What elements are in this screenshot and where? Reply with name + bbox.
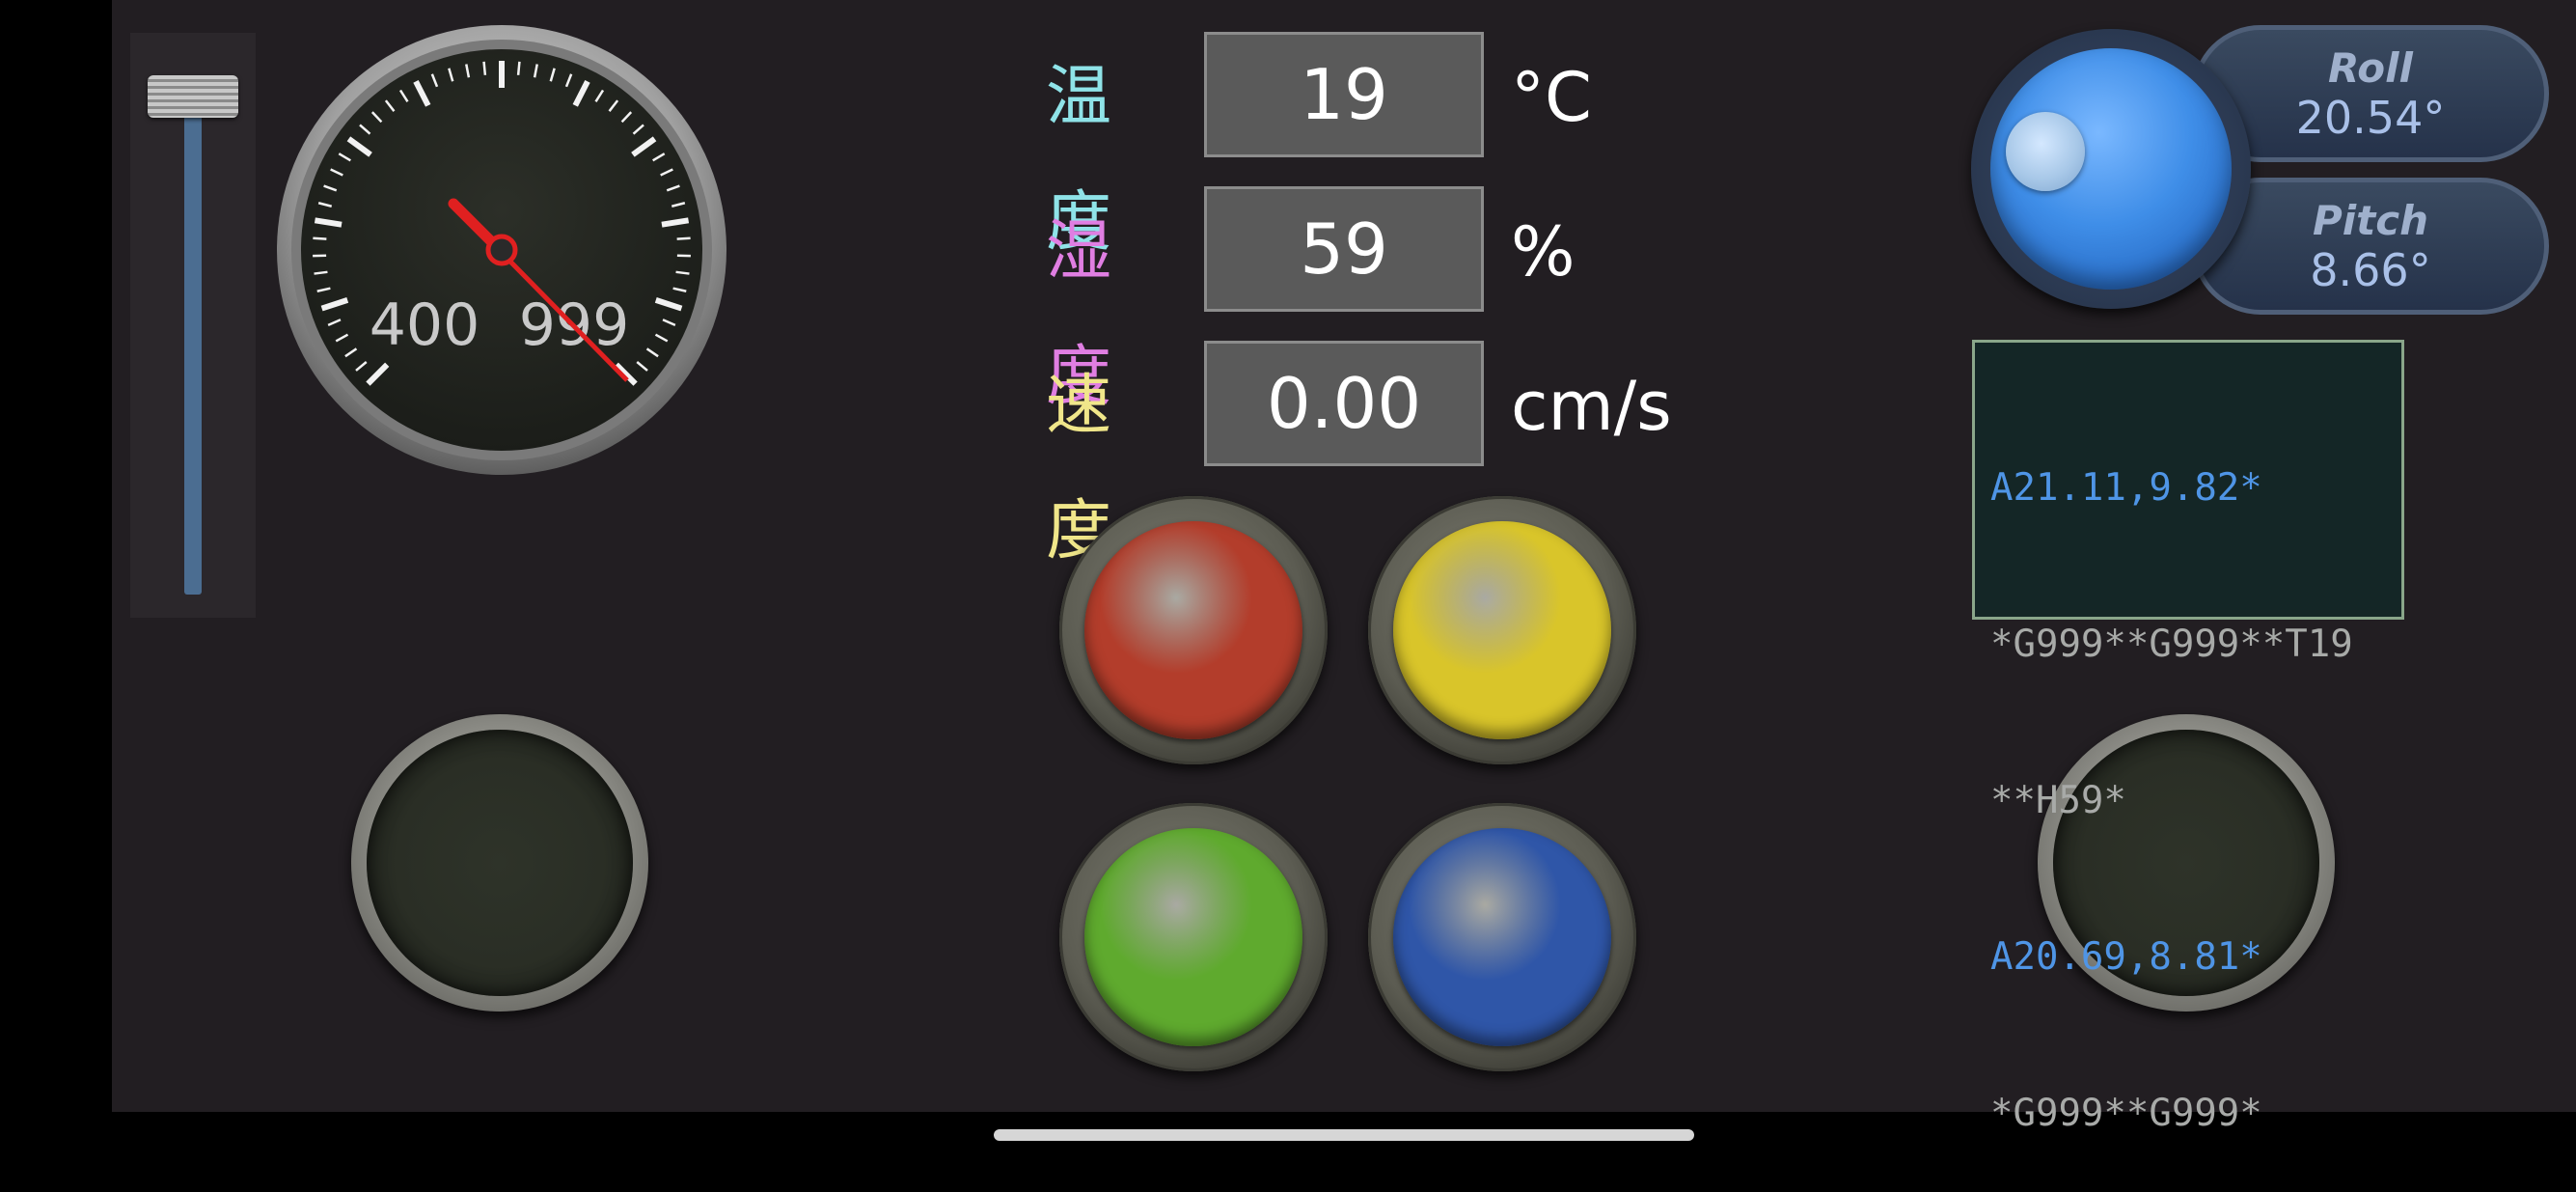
serial-terminal: A21.11,9.82* *G999**G999**T19 **H59* A20… bbox=[1972, 340, 2404, 620]
humidity-unit: % bbox=[1511, 189, 1576, 315]
blue-button-cap[interactable] bbox=[1393, 828, 1611, 1046]
yellow-button[interactable] bbox=[1368, 496, 1636, 764]
vertical-slider[interactable] bbox=[130, 33, 256, 618]
humidity-label: 湿度 bbox=[1046, 189, 1111, 315]
speed-unit: cm/s bbox=[1511, 344, 1672, 469]
left-joystick-pad[interactable] bbox=[367, 730, 633, 996]
left-joystick[interactable] bbox=[351, 714, 648, 1012]
terminal-line: A21.11,9.82* bbox=[1990, 462, 2401, 514]
pitch-value: 8.66° bbox=[2197, 244, 2544, 296]
gauge-minor-tick bbox=[677, 238, 691, 239]
speed-value: 0.00 bbox=[1204, 341, 1484, 466]
tilt-ball-knob[interactable] bbox=[2006, 112, 2085, 191]
green-button[interactable] bbox=[1059, 803, 1328, 1071]
speed-gauge: 400 999 bbox=[275, 23, 728, 477]
home-indicator[interactable] bbox=[994, 1129, 1694, 1141]
gauge-minor-tick bbox=[484, 62, 485, 75]
tilt-ball[interactable] bbox=[1990, 48, 2232, 290]
temperature-label: 温度 bbox=[1046, 35, 1111, 160]
gauge-min-label: 400 bbox=[370, 291, 480, 359]
speed-label: 速度 bbox=[1046, 344, 1111, 469]
roll-value: 20.54° bbox=[2197, 92, 2544, 144]
terminal-line: A20.69,8.81* bbox=[1990, 931, 2401, 984]
roll-label: Roll bbox=[2197, 45, 2544, 92]
gauge-minor-tick bbox=[676, 272, 690, 274]
gauge-hub bbox=[488, 236, 515, 263]
tilt-ball-housing[interactable] bbox=[1971, 29, 2251, 309]
terminal-line: **H59* bbox=[1990, 775, 2401, 827]
pitch-label: Pitch bbox=[2197, 198, 2544, 244]
terminal-line: *G999**G999* bbox=[1990, 1088, 2401, 1140]
blue-button[interactable] bbox=[1368, 803, 1636, 1071]
red-button[interactable] bbox=[1059, 496, 1328, 764]
gauge-minor-tick bbox=[518, 62, 519, 75]
temperature-unit: °C bbox=[1511, 35, 1592, 160]
terminal-line: *G999**G999**T19 bbox=[1990, 619, 2401, 671]
temperature-value: 19 bbox=[1204, 32, 1484, 157]
yellow-button-cap[interactable] bbox=[1393, 521, 1611, 739]
red-button-cap[interactable] bbox=[1084, 521, 1302, 739]
slider-thumb[interactable] bbox=[148, 75, 238, 118]
humidity-value: 59 bbox=[1204, 186, 1484, 312]
slider-track[interactable] bbox=[184, 91, 202, 595]
green-button-cap[interactable] bbox=[1084, 828, 1302, 1046]
gauge-minor-tick bbox=[315, 272, 328, 274]
gauge-minor-tick bbox=[313, 238, 326, 239]
